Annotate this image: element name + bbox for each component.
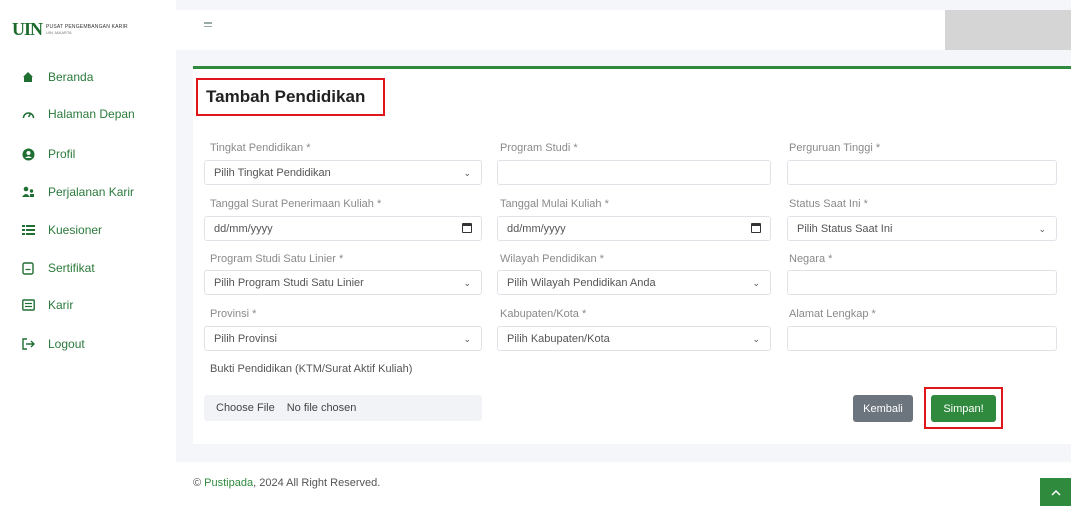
briefcase-icon xyxy=(20,297,36,313)
file-upload[interactable]: Choose File No file chosen xyxy=(204,395,482,421)
logo[interactable]: UIN PUSAT PENGEMBANGAN KARIR UIN JAKARTA xyxy=(12,14,162,44)
file-status: No file chosen xyxy=(286,402,357,414)
calendar-icon[interactable] xyxy=(462,223,472,233)
status-saat-ini-label: Status Saat Ini * xyxy=(789,198,868,210)
logo-line-2: UIN JAKARTA xyxy=(46,29,72,35)
chevron-down-icon: ⌄ xyxy=(752,334,760,344)
sidebar-item-karir[interactable]: Karir xyxy=(0,290,176,320)
footer-brand-link[interactable]: Pustipada xyxy=(204,477,253,489)
tanggal-mulai-input[interactable]: dd/mm/yyyy xyxy=(497,216,771,241)
logo-mark: UIN xyxy=(12,18,43,39)
sidebar-item-label: Beranda xyxy=(48,70,94,84)
alamat-input[interactable] xyxy=(787,326,1057,351)
calendar-icon[interactable] xyxy=(751,223,761,233)
title-highlight: Tambah Pendidikan xyxy=(196,78,385,116)
sidebar-item-perjalanan-karir[interactable]: Perjalanan Karir xyxy=(0,177,176,207)
tanggal-mulai-label: Tanggal Mulai Kuliah * xyxy=(500,198,609,210)
certificate-icon xyxy=(20,260,36,276)
tanggal-surat-label: Tanggal Surat Penerimaan Kuliah * xyxy=(210,198,382,210)
chevron-down-icon: ⌄ xyxy=(463,168,471,178)
prodi-linier-label: Program Studi Satu Linier * xyxy=(210,253,344,265)
perguruan-tinggi-label: Perguruan Tinggi * xyxy=(789,142,881,154)
back-button[interactable]: Kembali xyxy=(853,395,913,422)
wilayah-pendidikan-label: Wilayah Pendidikan * xyxy=(500,253,604,265)
program-studi-input[interactable] xyxy=(497,160,771,185)
sidebar-item-beranda[interactable]: Beranda xyxy=(0,62,176,92)
users-icon xyxy=(20,184,36,200)
chevron-down-icon: ⌄ xyxy=(1038,224,1046,234)
status-saat-ini-select[interactable]: Pilih Status Saat Ini ⌄ xyxy=(787,216,1057,241)
sidebar-item-label: Kuesioner xyxy=(48,223,103,237)
chevron-down-icon: ⌄ xyxy=(463,334,471,344)
sidebar-item-logout[interactable]: Logout xyxy=(0,329,176,359)
logout-icon xyxy=(20,336,36,352)
sidebar-item-label: Halaman Depan xyxy=(48,107,135,121)
choose-file-button[interactable]: Choose File xyxy=(216,402,275,414)
sidebar-item-label: Profil xyxy=(48,147,76,161)
tingkat-pendidikan-label: Tingkat Pendidikan * xyxy=(210,142,311,154)
user-menu-area[interactable] xyxy=(945,10,1071,50)
alamat-label: Alamat Lengkap * xyxy=(789,308,876,320)
provinsi-label: Provinsi * xyxy=(210,308,257,320)
kabupaten-label: Kabupaten/Kota * xyxy=(500,308,587,320)
tingkat-pendidikan-value: Pilih Tingkat Pendidikan xyxy=(214,166,331,179)
tingkat-pendidikan-select[interactable]: Pilih Tingkat Pendidikan ⌄ xyxy=(204,160,482,185)
save-button[interactable]: Simpan! xyxy=(931,395,996,422)
dashboard-icon xyxy=(20,106,36,122)
footer-text: © Pustipada, 2024 All Right Reserved. xyxy=(193,477,381,489)
sidebar-item-label: Sertifikat xyxy=(48,261,95,275)
negara-label: Negara * xyxy=(789,253,833,265)
chevron-down-icon: ⌄ xyxy=(463,278,471,288)
sidebar-item-label: Karir xyxy=(48,298,74,312)
page-title: Tambah Pendidikan xyxy=(206,87,366,106)
kabupaten-select[interactable]: Pilih Kabupaten/Kota ⌄ xyxy=(497,326,771,351)
chevron-down-icon: ⌄ xyxy=(752,278,760,288)
tanggal-surat-input[interactable]: dd/mm/yyyy xyxy=(204,216,482,241)
bukti-pendidikan-label: Bukti Pendidikan (KTM/Surat Aktif Kuliah… xyxy=(210,363,413,375)
perguruan-tinggi-input[interactable] xyxy=(787,160,1057,185)
sidebar-item-label: Perjalanan Karir xyxy=(48,185,135,199)
sidebar-item-sertifikat[interactable]: Sertifikat xyxy=(0,253,176,283)
wilayah-pendidikan-select[interactable]: Pilih Wilayah Pendidikan Anda ⌄ xyxy=(497,270,771,295)
program-studi-label: Program Studi * xyxy=(500,142,578,154)
chevron-up-icon xyxy=(1050,489,1061,496)
user-circle-icon xyxy=(20,146,36,162)
back-to-top-button[interactable] xyxy=(1040,478,1071,506)
sidebar-item-halaman-depan[interactable]: Halaman Depan xyxy=(0,99,176,129)
top-bar xyxy=(176,10,1071,50)
sidebar-item-label: Logout xyxy=(48,337,85,351)
menu-toggle-icon[interactable] xyxy=(204,22,214,32)
provinsi-select[interactable]: Pilih Provinsi ⌄ xyxy=(204,326,482,351)
sidebar-item-kuesioner[interactable]: Kuesioner xyxy=(0,215,176,245)
prodi-linier-select[interactable]: Pilih Program Studi Satu Linier ⌄ xyxy=(204,270,482,295)
negara-input[interactable] xyxy=(787,270,1057,295)
home-icon xyxy=(20,69,36,85)
sidebar: UIN PUSAT PENGEMBANGAN KARIR UIN JAKARTA… xyxy=(0,0,176,506)
list-icon xyxy=(20,222,36,238)
sidebar-item-profil[interactable]: Profil xyxy=(0,139,176,169)
